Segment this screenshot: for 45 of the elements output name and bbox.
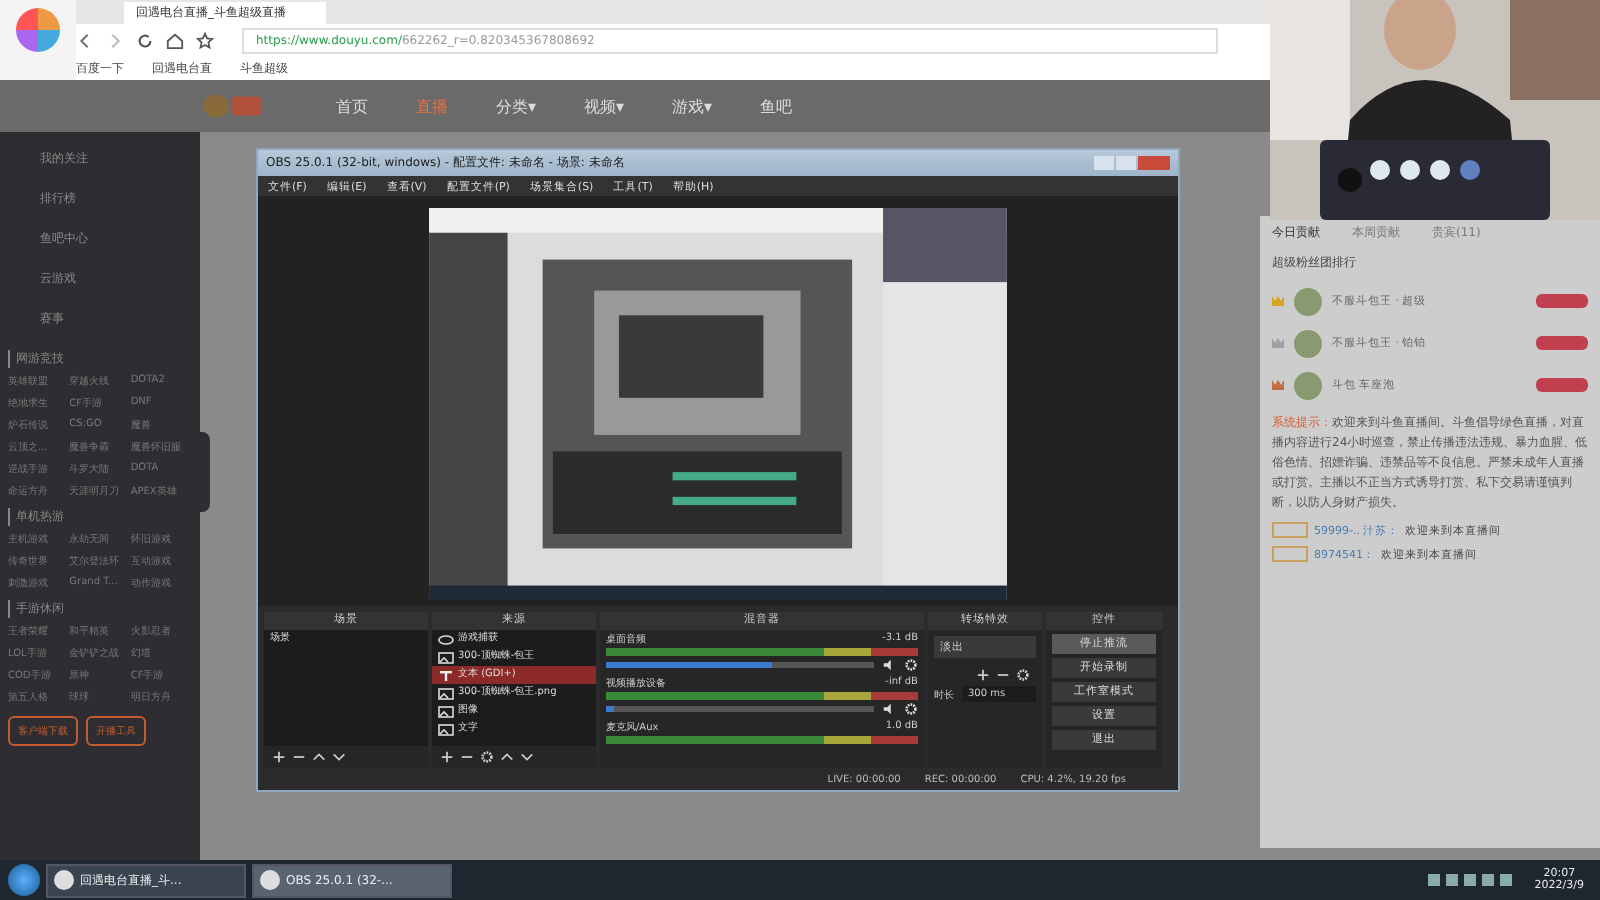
nav-link[interactable]: 鱼吧 bbox=[760, 95, 793, 117]
image-icon bbox=[438, 651, 454, 663]
collapse-handle[interactable] bbox=[200, 432, 210, 512]
down-icon[interactable] bbox=[332, 750, 346, 764]
home-icon[interactable] bbox=[166, 31, 184, 49]
nav-link[interactable]: 分类▾ bbox=[496, 95, 537, 117]
avatar-icon bbox=[1294, 287, 1322, 315]
level-badge-icon bbox=[1272, 546, 1308, 562]
fan-badge-icon bbox=[1536, 294, 1588, 308]
image-icon bbox=[438, 687, 454, 699]
nav-link[interactable]: 首页 bbox=[336, 95, 368, 117]
remove-icon[interactable] bbox=[292, 750, 306, 764]
add-icon[interactable] bbox=[976, 668, 990, 682]
nav-link[interactable]: 视频▾ bbox=[584, 95, 625, 117]
up-icon[interactable] bbox=[312, 750, 326, 764]
level-badge-icon bbox=[1272, 522, 1308, 538]
settings-icon[interactable] bbox=[480, 750, 494, 764]
browser-logo-icon[interactable] bbox=[16, 8, 60, 52]
back-icon[interactable] bbox=[76, 31, 94, 49]
tray-icons-icon[interactable] bbox=[1428, 874, 1513, 886]
settings-icon[interactable] bbox=[1016, 668, 1030, 682]
add-icon[interactable] bbox=[440, 750, 454, 764]
volume-slider[interactable] bbox=[606, 706, 874, 712]
text-tool-icon bbox=[438, 669, 454, 681]
down-icon[interactable] bbox=[520, 750, 534, 764]
reload-icon[interactable] bbox=[136, 31, 154, 49]
nav-link[interactable]: 游戏▾ bbox=[672, 95, 713, 117]
avatar-icon bbox=[1294, 371, 1322, 399]
window-buttons-icon[interactable] bbox=[1094, 156, 1170, 170]
image-icon bbox=[438, 723, 454, 735]
settings-icon[interactable] bbox=[904, 658, 918, 672]
avatar-icon bbox=[1294, 329, 1322, 357]
start-button[interactable] bbox=[8, 864, 40, 896]
settings-icon[interactable] bbox=[904, 702, 918, 716]
nav-link[interactable]: 直播 bbox=[416, 95, 448, 117]
eye-icon bbox=[438, 633, 454, 645]
remove-icon[interactable] bbox=[996, 668, 1010, 682]
star-icon[interactable] bbox=[196, 31, 214, 49]
fan-badge-icon bbox=[1536, 378, 1588, 392]
image-icon bbox=[438, 705, 454, 717]
up-icon[interactable] bbox=[500, 750, 514, 764]
add-icon[interactable] bbox=[272, 750, 286, 764]
remove-icon[interactable] bbox=[460, 750, 474, 764]
volume-slider[interactable] bbox=[606, 662, 874, 668]
fan-badge-icon bbox=[1536, 336, 1588, 350]
